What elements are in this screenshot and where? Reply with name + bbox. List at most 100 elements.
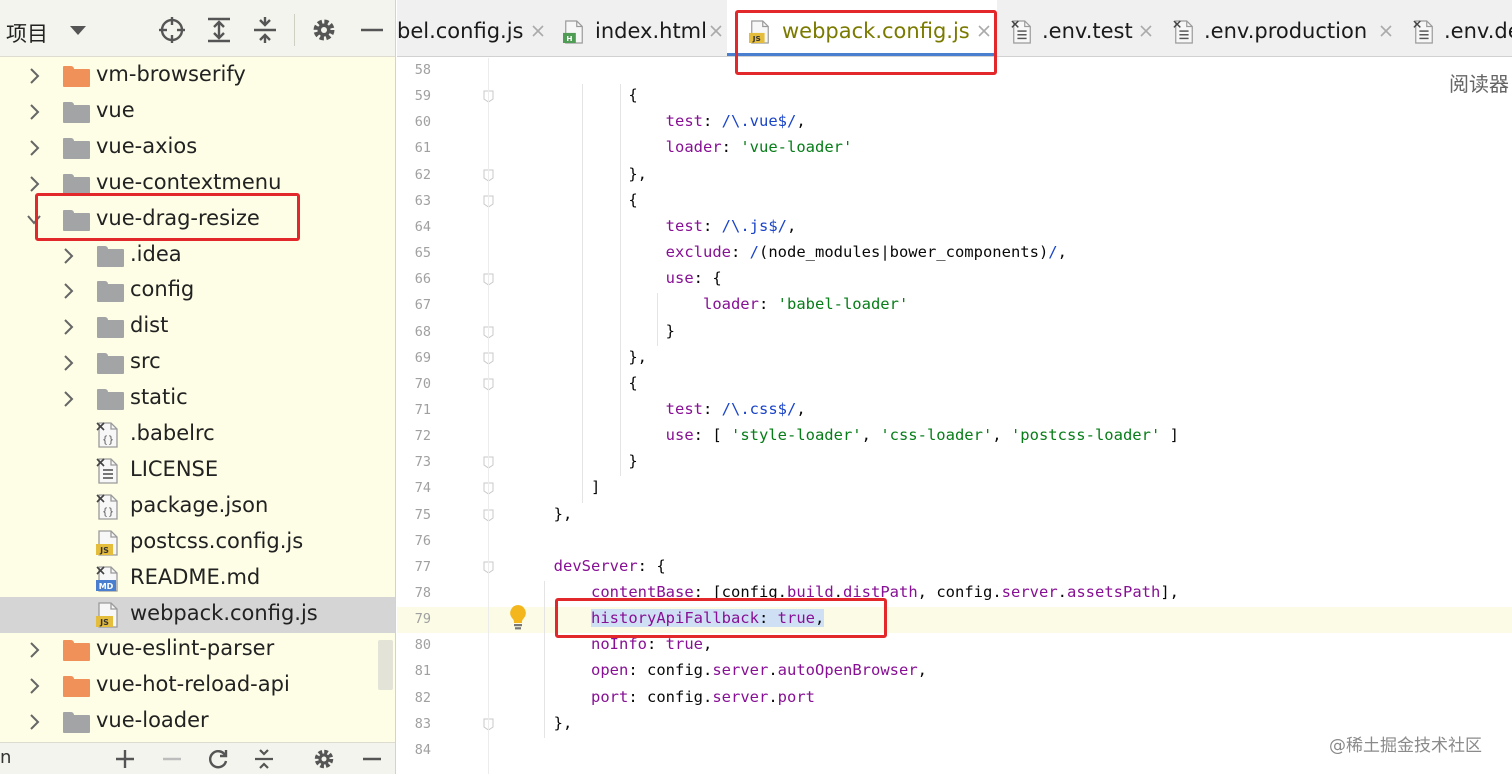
indent-guide — [657, 293, 659, 346]
sidebar-scrollbar[interactable] — [378, 640, 393, 690]
editor-tab[interactable]: bel.config.js — [397, 0, 549, 56]
tree-item-label: vm-browserify — [96, 62, 246, 86]
tree-file[interactable]: JS webpack.config.js — [0, 596, 395, 633]
code-line: 61 loader: 'vue-loader' — [397, 136, 1512, 162]
close-icon[interactable] — [709, 24, 723, 38]
chevron-right-icon[interactable] — [60, 354, 76, 372]
folder-icon — [97, 351, 125, 375]
code-token: /\.js$/ — [721, 216, 787, 235]
tree-folder[interactable]: vue-loader — [0, 704, 395, 740]
add-icon[interactable] — [113, 747, 137, 771]
folder-body — [63, 69, 90, 87]
refresh-icon[interactable] — [206, 747, 230, 771]
code-token: build — [787, 583, 834, 601]
json-file-icon: {} — [96, 494, 118, 520]
tree-item-label: package.json — [130, 492, 269, 517]
chevron-right-icon[interactable] — [26, 67, 42, 85]
gear-icon[interactable] — [312, 747, 336, 771]
line-number: 76 — [414, 532, 431, 549]
close-icon[interactable] — [1379, 24, 1393, 38]
tree-folder[interactable]: config — [0, 273, 395, 309]
minimize-icon[interactable] — [358, 16, 386, 44]
tree-file[interactable]: MD README.md — [0, 561, 395, 597]
chevron-right-icon[interactable] — [26, 641, 42, 659]
tree-folder[interactable]: vue — [0, 94, 395, 130]
tree-file[interactable]: JS postcss.config.js — [0, 525, 395, 561]
toolbar-divider — [294, 14, 295, 46]
code-token: , — [796, 399, 806, 418]
chevron-right-icon[interactable] — [60, 390, 76, 408]
tree-file[interactable]: LICENSE — [0, 453, 395, 489]
collapse-all-icon[interactable] — [251, 16, 279, 44]
code-token: , — [992, 426, 1011, 445]
editor-tab[interactable]: .env.production — [1159, 0, 1399, 56]
folder-body — [63, 212, 90, 231]
folder-body — [63, 679, 90, 698]
folder-icon — [63, 710, 91, 734]
code-line: 75 }, — [397, 503, 1512, 529]
project-dropdown-icon[interactable] — [70, 26, 86, 35]
chevron-right-icon[interactable] — [60, 247, 76, 265]
editor-tab-bar: bel.config.js Hindex.html JS webpack.config… — [397, 0, 1512, 57]
tree-folder[interactable]: vue-eslint-parser — [0, 632, 395, 668]
chevron-right-icon[interactable] — [26, 139, 42, 157]
crosshair-icon[interactable] — [158, 16, 186, 44]
code-editor[interactable]: 58 59 {60 test: /\.vue$/, 61 loader: 'vue-… — [397, 58, 1512, 774]
tree-folder[interactable]: .idea — [0, 238, 395, 274]
close-icon[interactable] — [977, 24, 991, 38]
editor-tab[interactable]: Hindex.html — [549, 0, 727, 56]
reader-mode-label[interactable]: 阅读器 — [1449, 68, 1509, 97]
chevron-right-icon[interactable] — [26, 677, 42, 695]
tree-item-label: webpack.config.js — [130, 600, 318, 625]
code-token: : — [758, 609, 778, 628]
folder-icon — [97, 315, 125, 339]
chevron-down-icon[interactable] — [26, 211, 42, 229]
expand-all-icon[interactable] — [205, 16, 233, 44]
code-token: . — [1057, 583, 1068, 601]
editor-tab[interactable]: .env.test — [997, 0, 1159, 56]
chevron-right-icon[interactable] — [26, 103, 42, 121]
folder-body — [63, 643, 90, 662]
tree-folder[interactable]: dist — [0, 309, 395, 345]
tree-folder[interactable]: src — [0, 345, 395, 381]
editor-tab[interactable]: .env.de — [1399, 0, 1512, 56]
gear-icon[interactable] — [310, 16, 338, 44]
minimize-icon[interactable] — [360, 747, 384, 771]
line-number: 63 — [414, 192, 431, 209]
tree-file[interactable]: {} .babelrc — [0, 417, 395, 453]
line-number: 82 — [414, 689, 431, 706]
close-icon[interactable] — [1139, 24, 1153, 38]
code-token: / — [749, 243, 759, 262]
code-line: 76 — [397, 529, 1512, 555]
tree-folder[interactable]: vue-hot-reload-api — [0, 668, 395, 704]
tree-folder[interactable]: static — [0, 381, 395, 417]
tree-item-label: README.md — [130, 564, 261, 589]
code-token: exclude — [665, 243, 731, 262]
tree-folder[interactable]: vm-browserify — [0, 58, 395, 94]
code-token: 'style-loader' — [730, 426, 862, 445]
remove-icon[interactable] — [160, 747, 184, 771]
code-token: ] — [1160, 426, 1179, 445]
line-number: 80 — [414, 637, 431, 654]
collapse-icon[interactable] — [252, 747, 276, 771]
chevron-right-icon[interactable] — [26, 175, 42, 193]
tab-label: .env.de — [1444, 19, 1512, 43]
chevron-right-icon[interactable] — [60, 282, 76, 300]
chevron-right-icon[interactable] — [26, 713, 42, 731]
lightbulb-icon[interactable] — [507, 603, 529, 631]
editor-tab[interactable]: JS webpack.config.js — [727, 0, 997, 56]
code-token: : — [721, 138, 741, 157]
svg-text:JS: JS — [752, 34, 761, 43]
tree-file[interactable]: {} package.json — [0, 489, 395, 525]
tree-folder[interactable]: vue-drag-resize — [0, 202, 395, 238]
close-icon[interactable] — [531, 24, 545, 38]
project-panel: 项目 vm-browserify vue vue-axios vue-conte… — [0, 0, 396, 774]
tree-folder[interactable]: vue-contextmenu — [0, 166, 395, 202]
chevron-right-icon[interactable] — [60, 318, 76, 336]
project-toolbar: 项目 — [0, 0, 395, 57]
markdown-file-icon: MD — [96, 565, 118, 592]
tree-folder[interactable]: vue-axios — [0, 130, 395, 166]
